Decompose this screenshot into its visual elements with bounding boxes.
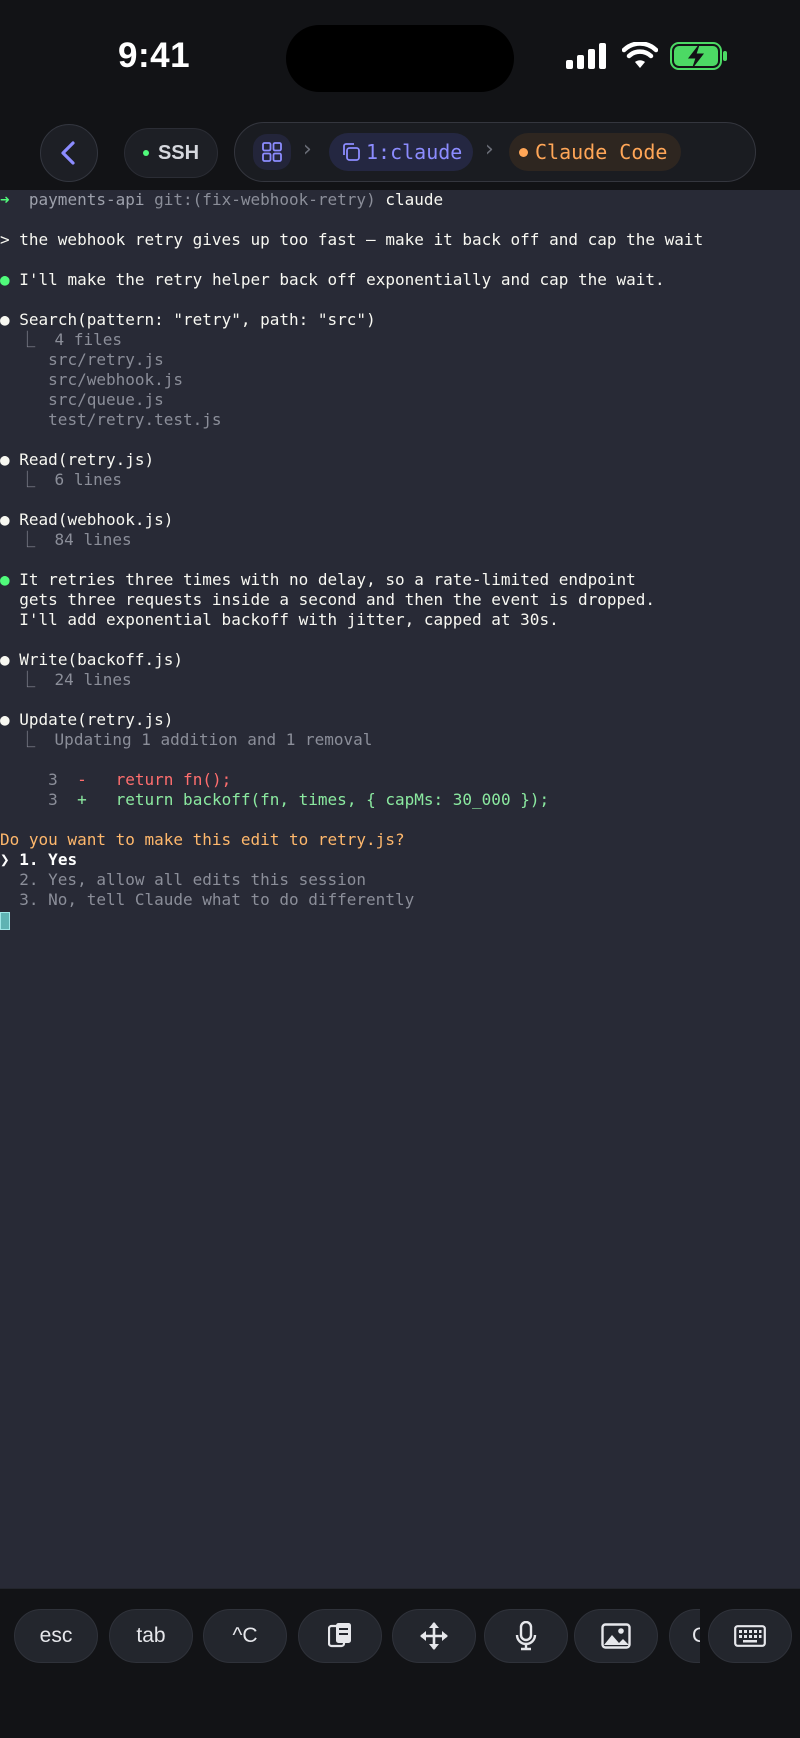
search-file: src/retry.js [48, 350, 164, 369]
signal-bars-icon [566, 43, 606, 69]
tool-bullet: ● [0, 450, 10, 469]
session-label: 1:claude [366, 140, 463, 164]
prompt-directory: payments-api [28, 190, 145, 209]
move-arrows-icon [420, 1622, 448, 1650]
read-summary-line: ⎿ 84 lines [0, 530, 132, 549]
tab-key[interactable]: tab [109, 1609, 193, 1663]
connection-status-dot [142, 150, 149, 156]
prompt-git-branch: git:(fix-webhook-retry) [154, 190, 376, 209]
prompt-command: claude [385, 190, 444, 209]
search-file: src/queue.js [48, 390, 164, 409]
paste-key[interactable] [298, 1609, 382, 1663]
battery-charging-icon [670, 42, 727, 70]
read-call-line: ● Read(webhook.js) [0, 510, 173, 530]
write-summary-line: ⎿ 24 lines [0, 670, 132, 689]
back-button[interactable] [40, 124, 98, 182]
microphone-icon [515, 1621, 537, 1651]
esc-key[interactable]: esc [14, 1609, 98, 1663]
diff-code: return backoff(fn, times, { capMs: 30_00… [115, 790, 550, 809]
diff-sign: + [77, 790, 87, 809]
diff-sign: - [77, 770, 87, 789]
option-no[interactable]: 3. No, tell Claude what to do differentl… [0, 890, 414, 910]
terminal-app: 9:41 SSH › 1:claude › Claude Code ➜ paym… [0, 0, 800, 1738]
explanation-line: I'll add exponential backoff with jitter… [19, 610, 559, 629]
status-time: 9:41 [118, 36, 191, 75]
grid-icon [262, 142, 282, 162]
write-call-line: ● Write(backoff.js) [0, 650, 183, 670]
search-call-line: ● Search(pattern: "retry", path: "src") [0, 310, 376, 330]
ssh-connection-pill[interactable]: SSH [124, 128, 218, 178]
image-icon [601, 1623, 631, 1649]
top-bar: 9:41 SSH › 1:claude › Claude Code [0, 0, 800, 190]
tool-bullet: ● [0, 510, 10, 529]
update-summary: Updating 1 addition and 1 removal [54, 730, 373, 749]
chevron-left-icon [61, 141, 75, 165]
app-tab[interactable]: Claude Code [509, 133, 681, 171]
diff-line-number: 3 [48, 770, 58, 789]
app-label: Claude Code [535, 140, 668, 164]
ssh-label: SSH [157, 141, 200, 164]
update-summary-line: ⎿ Updating 1 addition and 1 removal [0, 730, 373, 749]
update-call: Update(retry.js) [19, 710, 174, 729]
write-summary: 24 lines [54, 670, 132, 689]
prompt-arrow: ➜ [0, 190, 10, 209]
search-summary-line: ⎿ 4 files [0, 330, 122, 349]
update-call-line: ● Update(retry.js) [0, 710, 173, 730]
app-status-dot [519, 147, 528, 157]
permission-question: Do you want to make this edit to retry.j… [0, 830, 405, 849]
user-message: > the webhook retry gives up too fast — … [0, 230, 704, 249]
read-call: Read(webhook.js) [19, 510, 174, 529]
search-file: src/webhook.js [48, 370, 184, 389]
read-summary-line: ⎿ 6 lines [0, 470, 122, 489]
diff-added-line: 3 + return backoff(fn, times, { capMs: 3… [0, 790, 549, 810]
move-cursor-key[interactable] [392, 1609, 476, 1663]
terminal-output[interactable]: ➜ payments-api git:(fix-webhook-retry) c… [0, 190, 800, 1588]
assistant-intro-line: ● I'll make the retry helper back off ex… [0, 270, 665, 290]
wifi-icon [622, 42, 658, 68]
window-grid-button[interactable] [253, 134, 291, 170]
search-file: test/retry.test.js [48, 410, 222, 429]
message-bullet: ● [0, 570, 10, 589]
option-allow-all[interactable]: 2. Yes, allow all edits this session [0, 870, 366, 890]
search-summary: 4 files [54, 330, 122, 349]
dynamic-island [286, 25, 514, 92]
image-key[interactable] [574, 1609, 658, 1663]
breadcrumb-separator: › [485, 137, 494, 162]
read-summary: 6 lines [54, 470, 122, 489]
read-call: Read(retry.js) [19, 450, 155, 469]
diff-line-number: 3 [48, 790, 58, 809]
option-yes[interactable]: ❯ 1. Yes [0, 850, 77, 870]
breadcrumb-separator: › [303, 137, 312, 162]
keyboard-accessory-bar: esc tab ^C [0, 1588, 800, 1738]
search-call: Search(pattern: "retry", path: "src") [19, 310, 376, 329]
message-bullet: ● [0, 270, 10, 289]
tool-bullet: ● [0, 650, 10, 669]
dictation-key[interactable] [484, 1609, 568, 1663]
assistant-intro: I'll make the retry helper back off expo… [19, 270, 665, 289]
explanation-line: ● It retries three times with no delay, … [0, 570, 636, 589]
copy-window-icon [343, 143, 360, 161]
ctrl-c-key[interactable]: ^C [203, 1609, 287, 1663]
diff-code: return fn(); [115, 770, 232, 789]
selection-marker: ❯ [0, 850, 10, 869]
tool-bullet: ● [0, 710, 10, 729]
explanation-line: gets three requests inside a second and … [19, 590, 656, 609]
session-tab[interactable]: 1:claude [329, 133, 473, 171]
keyboard-toggle-key[interactable] [708, 1609, 792, 1663]
breadcrumb: › 1:claude › Claude Code [234, 122, 756, 182]
terminal-cursor [0, 912, 10, 930]
diff-removed-line: 3 - return fn(); [0, 770, 231, 790]
paste-icon [328, 1623, 351, 1648]
keyboard-icon [734, 1625, 766, 1647]
tool-bullet: ● [0, 310, 10, 329]
write-call: Write(backoff.js) [19, 650, 184, 669]
read-summary: 84 lines [54, 530, 132, 549]
shell-prompt-line: ➜ payments-api git:(fix-webhook-retry) c… [0, 190, 443, 210]
read-call-line: ● Read(retry.js) [0, 450, 154, 470]
